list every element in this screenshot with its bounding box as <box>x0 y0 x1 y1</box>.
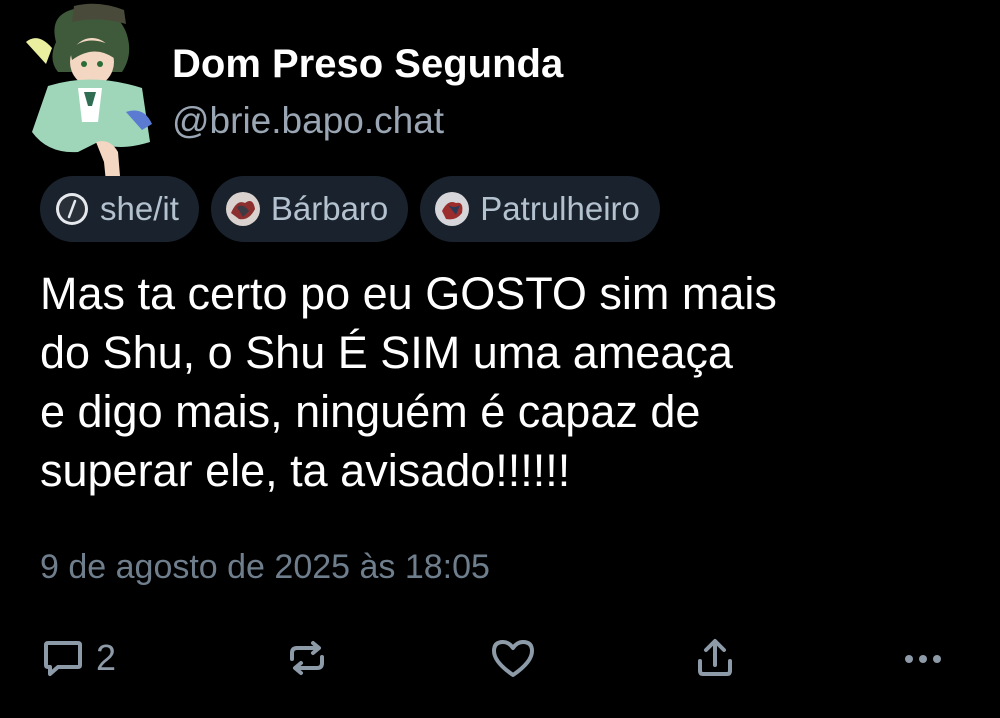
repost-button[interactable] <box>284 630 330 686</box>
display-name[interactable]: Dom Preso Segunda <box>172 42 563 87</box>
profile-labels: she/it Bárbaro Patrulheiro <box>40 176 660 242</box>
user-handle[interactable]: @brie.bapo.chat <box>172 100 444 142</box>
more-dots-icon <box>905 655 941 663</box>
more-button[interactable] <box>898 630 948 686</box>
label-chip-patrulheiro[interactable]: Patrulheiro <box>420 176 660 242</box>
post-timestamp[interactable]: 9 de agosto de 2025 às 18:05 <box>40 548 490 587</box>
reply-button[interactable]: 2 <box>40 630 116 686</box>
post-text-line: e digo mais, ninguém é capaz de <box>40 386 701 437</box>
label-chip-barbaro[interactable]: Bárbaro <box>210 176 409 242</box>
avatar[interactable] <box>18 2 154 192</box>
pronoun-slash-icon <box>56 193 88 225</box>
label-chip-text: Bárbaro <box>270 190 389 227</box>
post-text-line: superar ele, ta avisado!!!!!! <box>40 445 571 496</box>
post-text-line: do Shu, o Shu É SIM uma ameaça <box>40 327 733 378</box>
label-chip-text: Patrulheiro <box>480 190 640 227</box>
label-chip-pronouns[interactable]: she/it <box>40 176 199 242</box>
badge-image-icon <box>225 192 260 226</box>
reply-bubble-icon <box>44 641 82 676</box>
reply-count: 2 <box>96 637 117 678</box>
heart-icon <box>492 640 534 677</box>
anime-character-avatar-image <box>26 3 152 184</box>
post-actions: 2 <box>40 630 960 686</box>
like-button[interactable] <box>488 630 538 686</box>
share-button[interactable] <box>692 630 738 686</box>
label-chip-text: she/it <box>100 190 179 227</box>
share-icon <box>698 639 732 676</box>
repost-icon <box>290 641 324 675</box>
post-text: Mas ta certo po eu GOSTO sim mais do Shu… <box>40 264 940 500</box>
post-text-line: Mas ta certo po eu GOSTO sim mais <box>40 268 777 319</box>
badge-image-icon <box>435 192 470 226</box>
